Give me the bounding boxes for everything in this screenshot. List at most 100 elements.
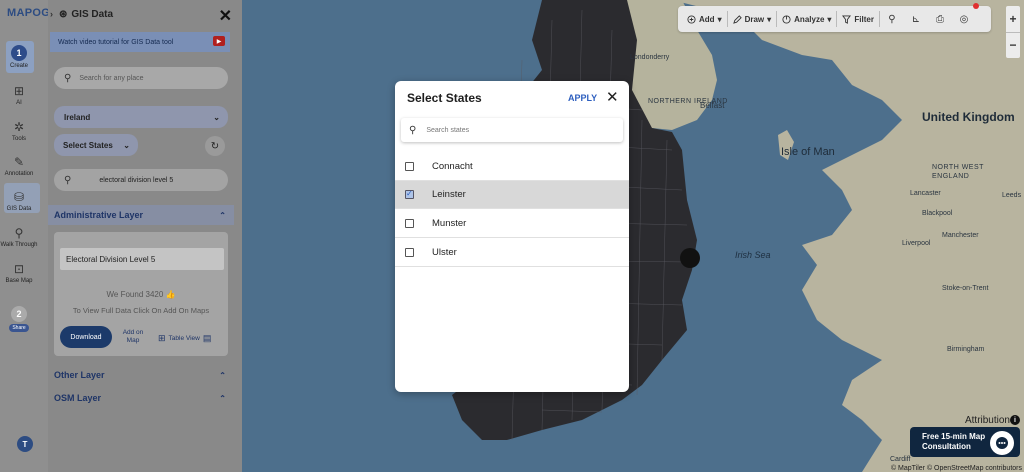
database-icon: ⛁	[13, 190, 25, 204]
rail-base-map[interactable]: ⊡ Base Map	[0, 262, 38, 284]
print-icon: ⎙	[935, 13, 944, 25]
map-basemap	[452, 0, 1024, 472]
level-search-input[interactable]: ⚲ electoral division level 5	[54, 169, 228, 191]
chevron-down-icon: ⌄	[213, 112, 220, 122]
apply-button[interactable]: APPLY	[568, 93, 597, 103]
place-search-input[interactable]: ⚲ Search for any place	[54, 67, 228, 89]
caret-icon: ▾	[827, 14, 832, 24]
thumbs-up-icon: 👍	[165, 290, 176, 299]
label-blackpool: Blackpool	[922, 210, 953, 217]
rail-create[interactable]: 1 Create	[0, 45, 38, 69]
zoom-control: + −	[1006, 6, 1020, 58]
annotation-icon: ✎	[13, 155, 25, 169]
plus-circle-icon	[687, 14, 696, 24]
rail-tools[interactable]: ✲ Tools	[0, 120, 38, 142]
avatar[interactable]: T	[17, 436, 33, 452]
rail-walk-through[interactable]: ⚲ Walk Through	[0, 226, 38, 248]
step-1-badge: 1	[11, 45, 27, 61]
map-toolbar: Add ▾ Draw ▾ Analyze ▾ Filter ⚲ ⊾ ⎙ ◎	[678, 3, 991, 32]
country-value: Ireland	[64, 112, 91, 122]
add-button[interactable]: Add ▾	[682, 6, 727, 32]
refresh-button[interactable]: ↻	[205, 136, 225, 156]
close-panel-button[interactable]: ✕	[219, 6, 232, 26]
basemap-icon: ⊡	[13, 262, 25, 276]
close-modal-button[interactable]: ✕	[606, 88, 619, 106]
panel-header: › ⊛ GIS Data ✕	[48, 0, 242, 28]
gis-label: GIS Data	[6, 206, 32, 212]
rail-ai[interactable]: ⊞ AI	[0, 84, 38, 106]
zoom-out-button[interactable]: −	[1006, 31, 1020, 59]
other-layer-title: Other Layer	[54, 370, 105, 380]
found-prefix: We Found	[106, 290, 144, 299]
share-label: Share	[9, 324, 29, 332]
country-select[interactable]: Ireland ⌄	[54, 106, 228, 128]
state-option-connacht[interactable]: Connacht	[395, 153, 629, 181]
other-layer-header[interactable]: Other Layer ⌃	[48, 365, 234, 385]
attribution-link[interactable]: Attribution	[965, 415, 1010, 426]
walk-icon: ⚲	[14, 226, 24, 240]
rail-annotation[interactable]: ✎ Annotation	[0, 155, 38, 177]
app-logo: MAPOG	[7, 7, 51, 19]
info-icon[interactable]: i	[1010, 415, 1020, 425]
chevron-right-icon[interactable]: ›	[50, 9, 53, 19]
label-leeds: Leeds	[1002, 192, 1022, 199]
search-icon: ⚲	[64, 72, 72, 84]
tools-label: Tools	[11, 136, 26, 142]
download-button[interactable]: Download	[60, 326, 112, 348]
search-icon: ⚲	[64, 174, 72, 186]
chat-button[interactable]	[990, 431, 1014, 455]
state-label: Munster	[432, 218, 467, 229]
measure-button[interactable]: ⊾	[904, 6, 928, 32]
analyze-label: Analyze	[794, 14, 825, 24]
select-states-dropdown[interactable]: Select States ⌄	[54, 134, 138, 156]
map-canvas[interactable]: United Kingdom Isle of Man Irish Sea Lon…	[242, 0, 1024, 472]
admin-layer-header[interactable]: Administrative Layer ⌃	[48, 205, 234, 225]
filter-button[interactable]: Filter	[837, 6, 879, 32]
label-birmingham: Birmingham	[947, 346, 985, 353]
locate-button[interactable]: ◎	[952, 3, 979, 32]
panel-title: GIS Data	[71, 8, 114, 20]
search-map-button[interactable]: ⚲	[880, 6, 904, 32]
state-option-leinster[interactable]: Leinster	[395, 181, 629, 209]
table-view-button[interactable]: ⊞ Table View ▤	[158, 333, 211, 344]
checkbox-icon[interactable]	[405, 162, 414, 171]
left-rail: MAPOG 1 Create ⊞ AI ✲ Tools ✎ Annotation…	[0, 0, 51, 472]
select-states-label: Select States	[63, 140, 113, 150]
add-label: Add	[699, 14, 715, 24]
state-label: Connacht	[432, 161, 473, 172]
admin-layer-card: Electoral Division Level 5 We Found 3420…	[54, 232, 228, 356]
print-button[interactable]: ⎙	[928, 6, 952, 32]
label-belfast: Belfast	[700, 101, 725, 110]
states-search-input[interactable]: ⚲ Search states	[401, 118, 623, 142]
basemap-label: Base Map	[5, 278, 33, 284]
label-stoke: Stoke-on-Trent	[942, 285, 989, 292]
rail-gis-data[interactable]: ⛁ GIS Data	[0, 190, 38, 212]
analyze-icon	[782, 14, 791, 24]
label-manchester: Manchester	[942, 232, 979, 239]
level-field[interactable]: Electoral Division Level 5	[60, 248, 224, 270]
osm-layer-header[interactable]: OSM Layer ⌃	[48, 388, 234, 408]
zoom-in-button[interactable]: +	[1006, 6, 1020, 32]
tutorial-text: Watch video tutorial for GIS Data tool	[58, 38, 174, 46]
filter-label: Filter	[854, 14, 874, 24]
state-option-ulster[interactable]: Ulster	[395, 239, 629, 267]
checkbox-icon[interactable]	[405, 219, 414, 228]
caret-icon: ▾	[717, 14, 722, 24]
table-icon: ▤	[202, 333, 212, 343]
analyze-button[interactable]: Analyze ▾	[777, 6, 836, 32]
draw-button[interactable]: Draw ▾	[728, 6, 777, 32]
state-option-munster[interactable]: Munster	[395, 210, 629, 238]
caret-icon: ▾	[767, 14, 772, 24]
add-on-map-button[interactable]: Add on Map	[118, 329, 148, 345]
chevron-up-icon: ⌃	[219, 210, 226, 220]
label-irish-sea: Irish Sea	[735, 250, 771, 260]
label-londonderry: Londonderry	[630, 54, 670, 61]
rail-share[interactable]: 2 Share	[0, 306, 38, 332]
level-search-value: electoral division level 5	[99, 176, 174, 184]
checkbox-checked-icon[interactable]	[405, 189, 414, 199]
checkbox-icon[interactable]	[405, 248, 414, 257]
youtube-icon: ▶	[213, 36, 225, 46]
tutorial-banner[interactable]: Watch video tutorial for GIS Data tool ▶	[50, 32, 230, 52]
table-view-label: Table View	[168, 335, 200, 342]
gis-data-panel: › ⊛ GIS Data ✕ Watch video tutorial for …	[48, 0, 242, 472]
